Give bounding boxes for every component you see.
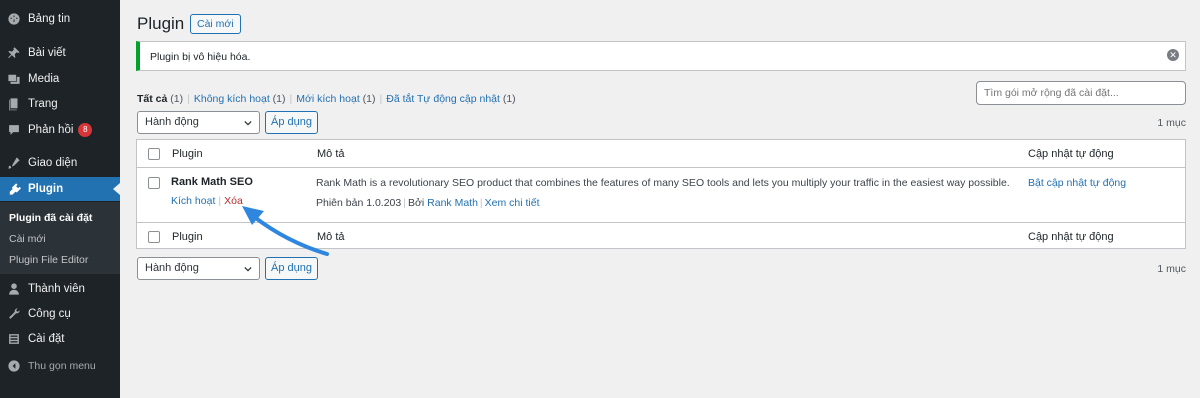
chevron-down-icon — [244, 120, 252, 126]
select-all-checkbox-footer[interactable] — [148, 231, 160, 243]
submenu-plugin-file-editor[interactable]: Plugin File Editor — [9, 254, 88, 266]
item-count-bottom: 1 mục — [1157, 263, 1186, 275]
sidebar-item-plugins[interactable]: Plugin — [0, 177, 120, 201]
dashboard-icon — [7, 12, 21, 26]
sidebar-item-label: Media — [28, 73, 60, 85]
users-icon — [7, 282, 21, 296]
filter-all-count: (1) — [170, 93, 184, 105]
filter-recently-active[interactable]: Mới kích hoạt — [296, 93, 360, 105]
sidebar-item-label: Trang — [28, 98, 58, 110]
filter-all[interactable]: Tất cả — [137, 93, 167, 105]
filter-autoupdate-count: (1) — [502, 93, 516, 105]
tools-icon — [7, 307, 21, 321]
comment-icon — [7, 123, 21, 137]
bulk-action-select-top[interactable]: Hành động — [137, 111, 260, 134]
notice-text: Plugin bị vô hiệu hóa. — [150, 51, 251, 63]
sidebar-item-label: Bài viết — [28, 47, 66, 59]
bulk-action-label: Hành động — [145, 262, 199, 274]
table-footer: Plugin Mô tả Cập nhật tự động — [137, 222, 1185, 249]
sidebar-item-settings[interactable]: Cài đặt — [0, 327, 120, 351]
column-auto-update: Cập nhật tự động — [1028, 148, 1114, 160]
select-all-checkbox[interactable] — [148, 148, 160, 160]
plugin-icon — [7, 182, 21, 196]
sidebar-item-label: Thu gọn menu — [28, 360, 96, 372]
comment-count-badge: 8 — [78, 123, 93, 137]
deactivated-notice: Plugin bị vô hiệu hóa. ✕ — [136, 41, 1186, 71]
sidebar-item-tools[interactable]: Công cụ — [0, 302, 120, 326]
plugin-search-input[interactable] — [976, 81, 1186, 105]
filter-recent-count: (1) — [362, 93, 376, 105]
item-count-top: 1 mục — [1157, 117, 1186, 129]
sidebar-item-label: Plugin — [28, 183, 64, 195]
sidebar-collapse-menu[interactable]: Thu gọn menu — [0, 354, 120, 378]
page-title: Plugin — [137, 14, 185, 33]
bulk-action-label: Hành động — [145, 116, 199, 128]
plugins-table: Plugin Mô tả Cập nhật tự động Rank Math … — [136, 139, 1186, 249]
chevron-down-icon — [244, 266, 252, 272]
sidebar-item-label: Công cụ — [28, 308, 71, 320]
sidebar-item-label: Bảng tin — [28, 13, 71, 25]
column-plugin: Plugin — [172, 148, 203, 160]
author-link[interactable]: Rank Math — [427, 197, 478, 209]
sidebar-item-appearance[interactable]: Giao diện — [0, 151, 120, 175]
filter-autoupdate-disabled[interactable]: Đã tắt Tự động cập nhật — [386, 93, 500, 105]
collapse-icon — [7, 359, 21, 373]
plugin-by: Bởi — [407, 197, 425, 209]
column-plugin-footer: Plugin — [172, 231, 203, 243]
bulk-action-select-bottom[interactable]: Hành động — [137, 257, 260, 280]
submenu-add-new[interactable]: Cài mới — [9, 233, 46, 245]
media-icon — [7, 72, 21, 86]
sidebar-item-label: Thành viên — [28, 283, 85, 295]
sidebar-item-posts[interactable]: Bài viết — [0, 41, 120, 65]
delete-link[interactable]: Xóa — [224, 195, 243, 207]
sidebar-item-label: Phản hồi — [28, 124, 74, 136]
column-description: Mô tả — [317, 148, 345, 160]
row-checkbox[interactable] — [148, 177, 160, 189]
sidebar-item-media[interactable]: Media — [0, 67, 120, 91]
table-header: Plugin Mô tả Cập nhật tự động — [137, 140, 1185, 168]
activate-link[interactable]: Kích hoạt — [171, 195, 215, 207]
apply-button-top[interactable]: Áp dụng — [265, 111, 318, 134]
sidebar-item-users[interactable]: Thành viên — [0, 277, 120, 301]
sidebar-item-comments[interactable]: Phản hồi 8 — [0, 118, 120, 142]
plugin-name: Rank Math SEO — [171, 176, 253, 188]
settings-icon — [7, 332, 21, 346]
close-icon[interactable]: ✕ — [1167, 49, 1179, 61]
view-details-link[interactable]: Xem chi tiết — [485, 197, 540, 209]
plugin-status-filters: Tất cả (1) | Không kích hoạt (1) | Mới kích … — [137, 93, 516, 105]
plugin-meta: Phiên bản 1.0.203 | Bởi Rank Math | Xem chi … — [316, 197, 540, 209]
column-description-footer: Mô tả — [317, 231, 345, 243]
page-icon — [7, 97, 21, 111]
appearance-icon — [7, 156, 21, 170]
admin-sidebar: Bảng tin Bài viết Media Trang Phản hồi 8… — [0, 0, 120, 398]
filter-inactive-count: (1) — [272, 93, 286, 105]
sidebar-item-label: Giao diện — [28, 157, 78, 169]
plugins-submenu: Plugin đã cài đặt Cài mới Plugin File Ed… — [0, 202, 120, 274]
pin-icon — [7, 46, 21, 60]
submenu-installed-plugins[interactable]: Plugin đã cài đặt — [9, 212, 92, 224]
column-auto-update-footer: Cập nhật tự động — [1028, 231, 1114, 243]
plugin-description: Rank Math is a revolutionary SEO product… — [316, 177, 1010, 189]
enable-auto-update-link[interactable]: Bật cập nhật tự động — [1028, 177, 1126, 189]
filter-inactive[interactable]: Không kích hoạt — [194, 93, 270, 105]
add-new-plugin-button[interactable]: Cài mới — [190, 14, 241, 34]
row-actions: Kích hoạt | Xóa — [171, 195, 243, 207]
plugin-version: Phiên bản 1.0.203 — [316, 197, 402, 209]
sidebar-item-pages[interactable]: Trang — [0, 92, 120, 116]
sidebar-item-dashboard[interactable]: Bảng tin — [0, 7, 120, 31]
apply-button-bottom[interactable]: Áp dụng — [265, 257, 318, 280]
main-content: Plugin Cài mới Plugin bị vô hiệu hóa. ✕ … — [120, 0, 1200, 398]
sidebar-item-label: Cài đặt — [28, 333, 65, 345]
